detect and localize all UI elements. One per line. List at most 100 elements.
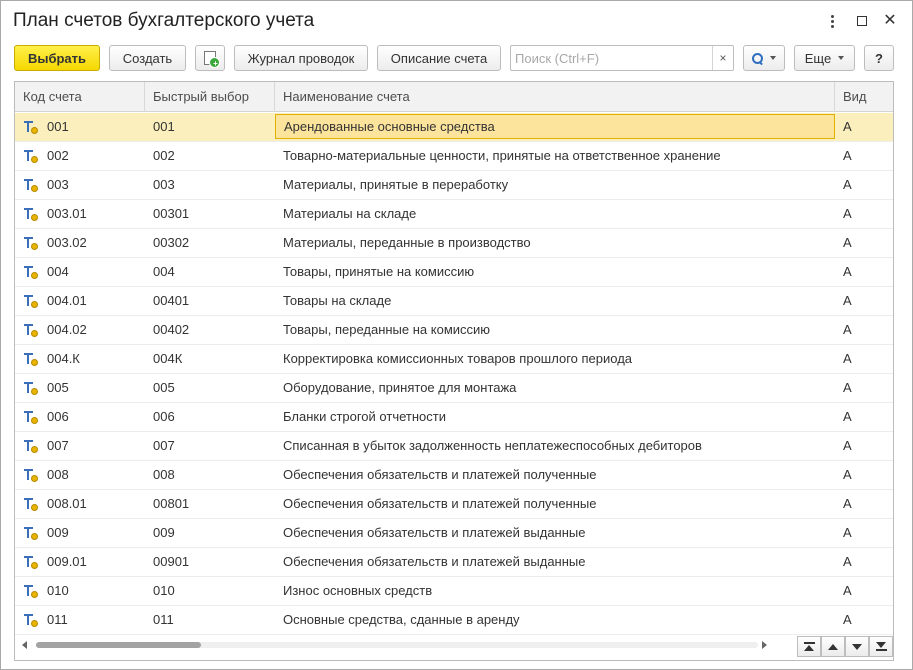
- cell-account-name: Материалы на складе: [283, 206, 417, 221]
- cell-account-name: Основные средства, сданные в аренду: [283, 612, 520, 627]
- cell-account-code: 004.01: [47, 293, 87, 308]
- cell-account-name: Товары, принятые на комиссию: [283, 264, 475, 279]
- arrow-down-icon: [852, 643, 862, 650]
- column-header-name[interactable]: Наименование счета: [275, 82, 835, 112]
- last-row-icon: [875, 642, 887, 651]
- cell-quick-select: 010: [153, 583, 175, 598]
- maximize-icon[interactable]: [851, 9, 873, 33]
- chevron-down-icon: [770, 56, 776, 60]
- cell-account-name: Материалы, принятые в переработку: [283, 177, 509, 192]
- table-row[interactable]: 002 002 Товарно-материальные ценности, при…: [15, 142, 893, 171]
- cell-account-code: 003.02: [47, 235, 87, 250]
- table-body: 001 001 Арендованные основные средства А 002…: [15, 113, 893, 635]
- cell-account-name: Арендованные основные средства: [275, 114, 835, 139]
- table-header: Код счета Быстрый выбор Наименование сче…: [15, 82, 893, 112]
- table-row[interactable]: 011 011 Основные средства, сданные в аренд…: [15, 606, 893, 635]
- search-icon: [752, 52, 763, 64]
- column-header-code[interactable]: Код счета: [15, 82, 145, 112]
- table-row[interactable]: 004.К 004К Корректировка комиссионных това…: [15, 345, 893, 374]
- table-row[interactable]: 008 008 Обеспечения обязательств и платеже…: [15, 461, 893, 490]
- table-row[interactable]: 007 007 Списанная в убыток задолженность н…: [15, 432, 893, 461]
- cell-quick-select: 005: [153, 380, 175, 395]
- accounts-table: Код счета Быстрый выбор Наименование сче…: [14, 81, 894, 661]
- cell-account-kind: А: [843, 525, 852, 540]
- scrollbar-thumb[interactable]: [36, 642, 201, 648]
- cell-account-code: 008: [47, 467, 69, 482]
- cell-account-name: Товарно-материальные ценности, принятые …: [283, 148, 721, 163]
- table-row[interactable]: 009 009 Обеспечения обязательств и платеже…: [15, 519, 893, 548]
- search-input[interactable]: [511, 46, 712, 70]
- cell-account-name: Обеспечения обязательств и платежей выда…: [283, 554, 586, 569]
- cell-quick-select: 00801: [153, 496, 190, 511]
- cell-account-code: 004.К: [47, 351, 80, 366]
- cell-account-code: 008.01: [47, 496, 87, 511]
- arrow-up-icon: [828, 643, 838, 650]
- cell-account-kind: А: [843, 554, 852, 569]
- select-button[interactable]: Выбрать: [14, 45, 100, 71]
- cell-account-kind: А: [843, 496, 852, 511]
- cell-account-name: Материалы, переданные в производство: [283, 235, 531, 250]
- cell-quick-select: 002: [153, 148, 175, 163]
- chevron-down-icon: [838, 56, 845, 60]
- cell-account-kind: А: [843, 148, 852, 163]
- cell-account-code: 005: [47, 380, 69, 395]
- cell-account-kind: А: [843, 293, 852, 308]
- cell-account-name: Товары, переданные на комиссию: [283, 322, 491, 337]
- cell-account-code: 007: [47, 438, 69, 453]
- cell-account-kind: А: [843, 612, 852, 627]
- account-description-button[interactable]: Описание счета: [377, 45, 501, 71]
- scroll-right-icon[interactable]: [762, 641, 767, 649]
- cell-quick-select: 004: [153, 264, 175, 279]
- journal-button[interactable]: Журнал проводок: [234, 45, 368, 71]
- table-row[interactable]: 008.01 00801 Обеспечения обязательств и пл…: [15, 490, 893, 519]
- cell-account-name: Товары на складе: [283, 293, 392, 308]
- create-copy-button[interactable]: +: [195, 45, 225, 71]
- go-first-button[interactable]: [797, 636, 821, 657]
- cell-account-name: Износ основных средств: [283, 583, 433, 598]
- cell-account-name: Оборудование, принятое для монтажа: [283, 380, 517, 395]
- table-row[interactable]: 004.02 00402 Товары, переданные на комисси…: [15, 316, 893, 345]
- cell-account-name: Обеспечения обязательств и платежей полу…: [283, 467, 597, 482]
- cell-account-name: Обеспечения обязательств и платежей выда…: [283, 525, 586, 540]
- column-header-quick-select[interactable]: Быстрый выбор: [145, 82, 275, 112]
- cell-account-name: Бланки строгой отчетности: [283, 409, 446, 424]
- table-row[interactable]: 001 001 Арендованные основные средства А: [15, 113, 893, 142]
- cell-account-code: 003.01: [47, 206, 87, 221]
- account-chart-window: План счетов бухгалтерского учета ✕ Выбра…: [0, 0, 913, 670]
- close-icon[interactable]: ✕: [879, 9, 901, 33]
- first-row-icon: [803, 642, 815, 651]
- add-document-icon: +: [204, 51, 220, 68]
- cell-account-kind: А: [843, 438, 852, 453]
- cell-account-kind: А: [843, 235, 852, 250]
- scroll-left-icon[interactable]: [22, 641, 27, 649]
- clear-search-icon[interactable]: ×: [712, 46, 733, 70]
- column-header-kind[interactable]: Вид: [835, 82, 893, 112]
- table-row[interactable]: 010 010 Износ основных средств А: [15, 577, 893, 606]
- search-options-button[interactable]: [743, 45, 785, 71]
- cell-quick-select: 006: [153, 409, 175, 424]
- cell-account-code: 002: [47, 148, 69, 163]
- cell-quick-select: 00402: [153, 322, 190, 337]
- table-row[interactable]: 003.01 00301 Материалы на складе А: [15, 200, 893, 229]
- table-row[interactable]: 009.01 00901 Обеспечения обязательств и пл…: [15, 548, 893, 577]
- table-row[interactable]: 004.01 00401 Товары на складе А: [15, 287, 893, 316]
- help-button[interactable]: ?: [864, 45, 894, 71]
- cell-account-code: 009: [47, 525, 69, 540]
- table-row[interactable]: 005 005 Оборудование, принятое для монтажа…: [15, 374, 893, 403]
- create-button[interactable]: Создать: [109, 45, 186, 71]
- cell-account-name: Обеспечения обязательств и платежей полу…: [283, 496, 597, 511]
- more-button[interactable]: Еще: [794, 45, 855, 71]
- cell-account-code: 003: [47, 177, 69, 192]
- table-row[interactable]: 004 004 Товары, принятые на комиссию А: [15, 258, 893, 287]
- go-last-button[interactable]: [869, 636, 893, 657]
- table-row[interactable]: 006 006 Бланки строгой отчетности А: [15, 403, 893, 432]
- cell-account-kind: А: [843, 467, 852, 482]
- horizontal-scrollbar[interactable]: [22, 640, 773, 652]
- cell-quick-select: 009: [153, 525, 175, 540]
- table-row[interactable]: 003.02 00302 Материалы, переданные в произ…: [15, 229, 893, 258]
- go-up-button[interactable]: [821, 636, 845, 657]
- table-row[interactable]: 003 003 Материалы, принятые в переработку А: [15, 171, 893, 200]
- go-down-button[interactable]: [845, 636, 869, 657]
- more-actions-icon[interactable]: [821, 9, 843, 33]
- cell-quick-select: 008: [153, 467, 175, 482]
